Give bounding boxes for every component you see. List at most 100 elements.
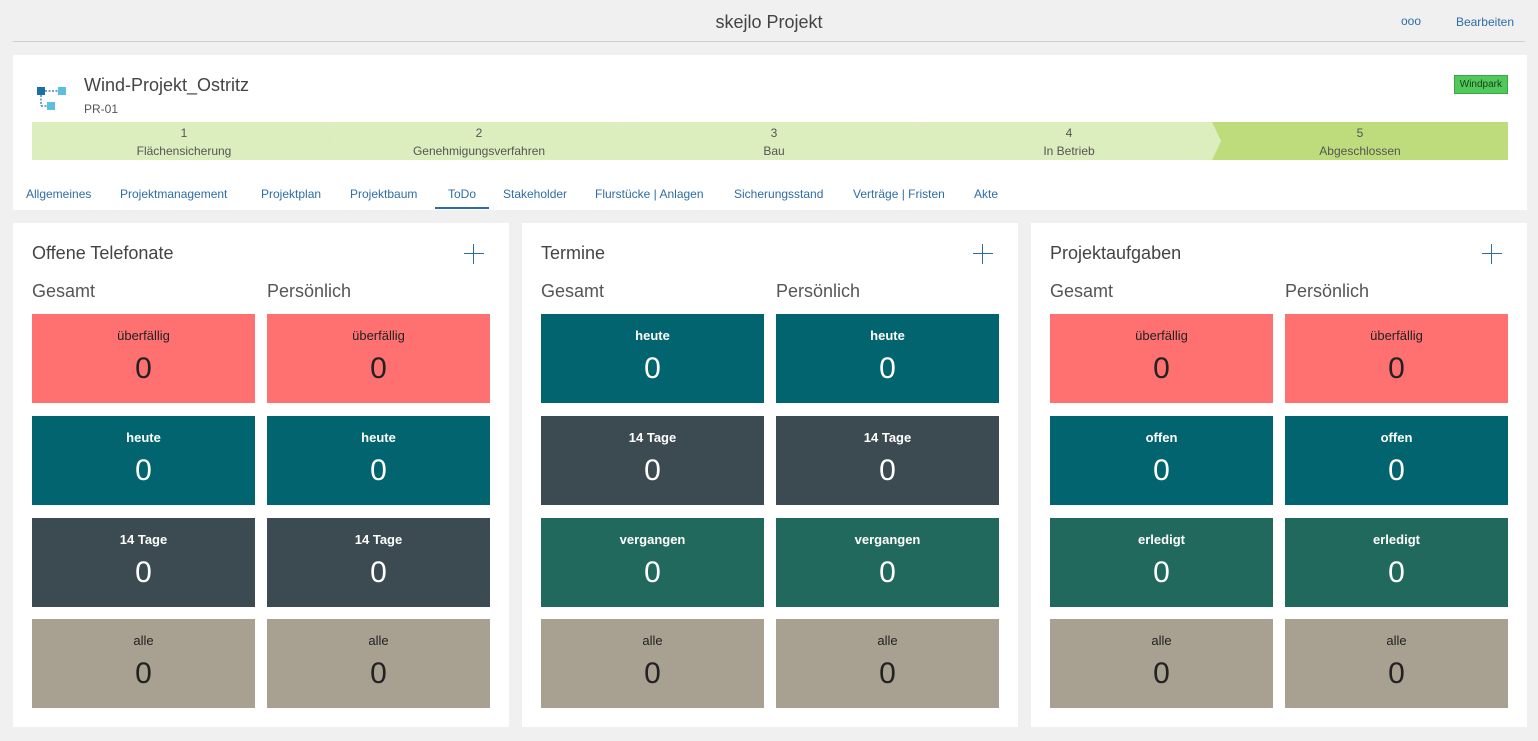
column-total-heading: Gesamt (32, 281, 96, 301)
tile-count: 0 (644, 454, 661, 487)
project-type-badge: Windpark (1453, 75, 1508, 94)
tile-personal-14-tage[interactable]: 14 Tage 0 (267, 518, 490, 607)
tile-label: erledigt (1373, 532, 1420, 547)
edit-link[interactable]: Bearbeiten (1456, 15, 1514, 29)
tile-total-vergangen[interactable]: vergangen 0 (541, 518, 764, 607)
add-icon[interactable] (973, 244, 993, 264)
panel-projektaufgaben: Projektaufgaben Gesamt Persönlich überfä… (1031, 223, 1527, 727)
tab-akte[interactable]: Akte (974, 187, 998, 207)
tile-count: 0 (879, 556, 896, 589)
project-tree-icon (37, 87, 66, 110)
tile-label: erledigt (1138, 532, 1185, 547)
tile-label: offen (1145, 430, 1178, 445)
tab-todo[interactable]: ToDo (435, 187, 490, 209)
tab-projektplan[interactable]: Projektplan (261, 187, 321, 207)
tab-projektmanagement[interactable]: Projektmanagement (120, 187, 227, 207)
phase-step-4[interactable]: 4 In Betrieb (917, 122, 1221, 160)
tile-personal-14-tage[interactable]: 14 Tage 0 (776, 416, 999, 505)
phase-step-2[interactable]: 2 Genehmigungsverfahren (327, 122, 631, 160)
tab-bar: Allgemeines Projektmanagement Projektpla… (13, 185, 1527, 210)
tile-label: alle (1151, 633, 1172, 648)
column-total-heading: Gesamt (1050, 281, 1114, 301)
tile-total-heute[interactable]: heute 0 (32, 416, 255, 505)
tile-count: 0 (370, 556, 387, 589)
phase-step-1[interactable]: 1 Flächensicherung (32, 122, 336, 160)
tile-total-offen[interactable]: offen 0 (1050, 416, 1273, 505)
add-icon[interactable] (464, 244, 484, 264)
phase-step-number: 5 (1356, 126, 1364, 140)
tab-stakeholder[interactable]: Stakeholder (503, 187, 567, 207)
tile-total-14-tage[interactable]: 14 Tage 0 (32, 518, 255, 607)
column-personal-heading: Persönlich (776, 281, 861, 301)
panel-title: Termine (541, 243, 606, 263)
tile-label: heute (635, 328, 670, 343)
phase-step-number: 2 (475, 126, 483, 140)
tile-count: 0 (370, 352, 387, 385)
column-personal-heading: Persönlich (267, 281, 352, 301)
panel-title: Projektaufgaben (1050, 243, 1182, 263)
tile-count: 0 (1153, 454, 1170, 487)
tile-total-erledigt[interactable]: erledigt 0 (1050, 518, 1273, 607)
tile-personal-heute[interactable]: heute 0 (776, 314, 999, 403)
tile-label: 14 Tage (354, 532, 403, 547)
tile-label: heute (870, 328, 905, 343)
tile-count: 0 (1388, 454, 1405, 487)
phase-step-label: Abgeschlossen (1319, 144, 1401, 158)
tab-allgemeines[interactable]: Allgemeines (26, 187, 91, 207)
tile-personal-ueberfaellig[interactable]: überfällig 0 (267, 314, 490, 403)
phase-step-label: Bau (763, 144, 785, 158)
tile-label: 14 Tage (863, 430, 912, 445)
tile-total-alle[interactable]: alle 0 (541, 619, 764, 708)
tile-personal-offen[interactable]: offen 0 (1285, 416, 1508, 505)
panel-title: Offene Telefonate (32, 243, 174, 263)
tile-count: 0 (1388, 657, 1405, 690)
tile-total-alle[interactable]: alle 0 (1050, 619, 1273, 708)
tile-personal-ueberfaellig[interactable]: überfällig 0 (1285, 314, 1508, 403)
tile-total-14-tage[interactable]: 14 Tage 0 (541, 416, 764, 505)
tile-count: 0 (644, 657, 661, 690)
tile-label: vergangen (854, 532, 921, 547)
tile-label: alle (1386, 633, 1407, 648)
tile-personal-alle[interactable]: alle 0 (1285, 619, 1508, 708)
tile-label: offen (1380, 430, 1413, 445)
phase-stepper: 1 Flächensicherung 2 Genehmigungsverfahr… (32, 122, 1508, 160)
tile-label: 14 Tage (628, 430, 677, 445)
panel-offene-telefonate: Offene Telefonate Gesamt Persönlich über… (13, 223, 509, 727)
tile-count: 0 (370, 454, 387, 487)
tile-label: vergangen (619, 532, 686, 547)
panel-termine: Termine Gesamt Persönlich heute 0 14 Tag… (522, 223, 1018, 727)
project-code: PR-01 (84, 102, 119, 116)
tile-count: 0 (1388, 352, 1405, 385)
phase-step-label: Genehmigungsverfahren (412, 144, 546, 158)
tile-count: 0 (879, 657, 896, 690)
project-header: Wind-Projekt_Ostritz PR-01 Windpark 1 Fl… (13, 55, 1527, 210)
tile-personal-alle[interactable]: alle 0 (267, 619, 490, 708)
tab-flurstuecke-anlagen[interactable]: Flurstücke | Anlagen (595, 187, 704, 207)
tile-count: 0 (135, 352, 152, 385)
tile-personal-erledigt[interactable]: erledigt 0 (1285, 518, 1508, 607)
phase-step-label: In Betrieb (1043, 144, 1095, 158)
tile-personal-alle[interactable]: alle 0 (776, 619, 999, 708)
tile-total-alle[interactable]: alle 0 (32, 619, 255, 708)
phase-step-5[interactable]: 5 Abgeschlossen (1212, 122, 1508, 160)
tile-label: alle (133, 633, 154, 648)
tile-count: 0 (879, 454, 896, 487)
tile-total-heute[interactable]: heute 0 (541, 314, 764, 403)
column-total-heading: Gesamt (541, 281, 605, 301)
tile-label: alle (642, 633, 663, 648)
tile-personal-heute[interactable]: heute 0 (267, 416, 490, 505)
tab-projektbaum[interactable]: Projektbaum (350, 187, 417, 207)
tab-vertraege-fristen[interactable]: Verträge | Fristen (853, 187, 945, 207)
phase-step-number: 1 (180, 126, 188, 140)
tile-label: überfällig (352, 328, 405, 343)
tile-label: heute (126, 430, 161, 445)
more-options-icon[interactable]: ooo (1401, 14, 1421, 28)
tab-sicherungsstand[interactable]: Sicherungsstand (734, 187, 823, 207)
add-icon[interactable] (1482, 244, 1502, 264)
tile-personal-vergangen[interactable]: vergangen 0 (776, 518, 999, 607)
tile-total-ueberfaellig[interactable]: überfällig 0 (1050, 314, 1273, 403)
column-personal-heading: Persönlich (1285, 281, 1370, 301)
phase-step-3[interactable]: 3 Bau (622, 122, 926, 160)
tile-count: 0 (135, 454, 152, 487)
tile-total-ueberfaellig[interactable]: überfällig 0 (32, 314, 255, 403)
